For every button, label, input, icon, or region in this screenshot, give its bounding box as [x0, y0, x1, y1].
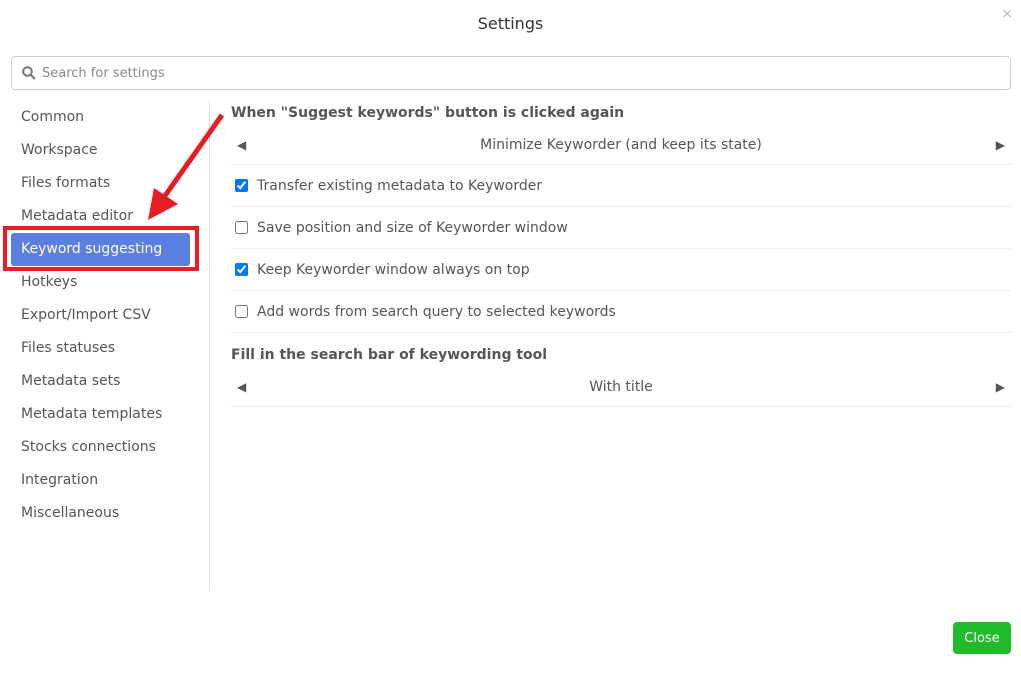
sidebar-item-common[interactable]: Common: [11, 101, 190, 134]
checkbox-label: Transfer existing metadata to Keyworder: [257, 177, 543, 194]
sidebar-item-files-statuses[interactable]: Files statuses: [11, 332, 190, 365]
sidebar-item-metadata-templates[interactable]: Metadata templates: [11, 398, 190, 431]
checkbox-label: Save position and size of Keyworder wind…: [257, 219, 568, 236]
checkbox-row[interactable]: Save position and size of Keyworder wind…: [231, 207, 1011, 249]
sidebar-item-integration[interactable]: Integration: [11, 464, 190, 497]
arrow-left-icon[interactable]: ◀: [237, 380, 246, 394]
sidebar-item-keyword-suggesting[interactable]: Keyword suggesting: [11, 233, 190, 266]
option-selector: ◀ With title ▶: [231, 367, 1011, 407]
always-on-top-checkbox[interactable]: [235, 263, 248, 276]
search-icon: [22, 66, 36, 80]
option-selector: ◀ Minimize Keyworder (and keep its state…: [231, 125, 1011, 165]
selector-value: With title: [589, 378, 653, 395]
sidebar: Common Workspace Files formats Metadata …: [11, 101, 210, 591]
checkbox-row[interactable]: Add words from search query to selected …: [231, 291, 1011, 333]
close-button[interactable]: Close: [953, 622, 1011, 654]
arrow-right-icon[interactable]: ▶: [996, 380, 1005, 394]
checkbox-label: Keep Keyworder window always on top: [257, 261, 530, 278]
checkbox-row[interactable]: Keep Keyworder window always on top: [231, 249, 1011, 291]
section-heading: When "Suggest keywords" button is clicke…: [231, 105, 625, 121]
section-heading: Fill in the search bar of keywording too…: [231, 347, 548, 363]
sidebar-item-stocks-connections[interactable]: Stocks connections: [11, 431, 190, 464]
sidebar-item-workspace[interactable]: Workspace: [11, 134, 190, 167]
sidebar-item-export-import-csv[interactable]: Export/Import CSV: [11, 299, 190, 332]
sidebar-item-files-formats[interactable]: Files formats: [11, 167, 190, 200]
sidebar-item-miscellaneous[interactable]: Miscellaneous: [11, 497, 190, 530]
sidebar-item-metadata-sets[interactable]: Metadata sets: [11, 365, 190, 398]
sidebar-item-metadata-editor[interactable]: Metadata editor: [11, 200, 190, 233]
arrow-right-icon[interactable]: ▶: [996, 138, 1005, 152]
sidebar-item-hotkeys[interactable]: Hotkeys: [11, 266, 190, 299]
save-position-checkbox[interactable]: [235, 221, 248, 234]
arrow-left-icon[interactable]: ◀: [237, 138, 246, 152]
close-icon[interactable]: ×: [1001, 6, 1013, 22]
selector-value: Minimize Keyworder (and keep its state): [480, 136, 762, 153]
transfer-metadata-checkbox[interactable]: [235, 179, 248, 192]
checkbox-label: Add words from search query to selected …: [257, 303, 616, 320]
search-input[interactable]: [42, 65, 942, 81]
settings-panel: When "Suggest keywords" button is clicke…: [231, 101, 1011, 407]
add-words-checkbox[interactable]: [235, 305, 248, 318]
checkbox-row[interactable]: Transfer existing metadata to Keyworder: [231, 165, 1011, 207]
search-bar: [11, 56, 1011, 90]
dialog-title: Settings: [477, 14, 544, 33]
